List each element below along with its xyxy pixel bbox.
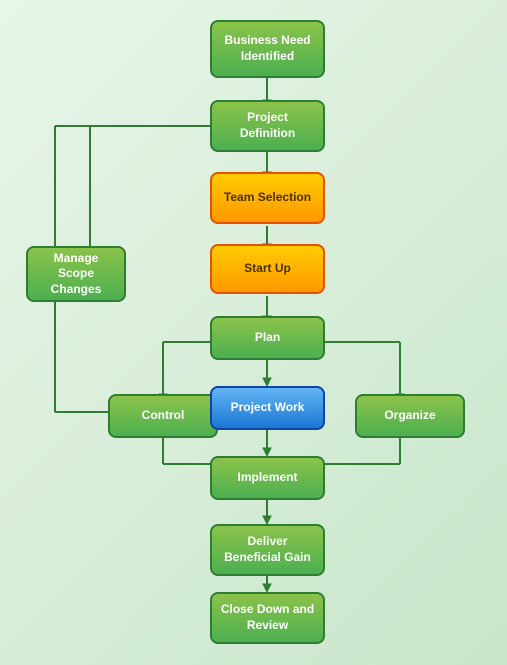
- flowchart-diagram: Business Need Identified Project Definit…: [0, 0, 507, 665]
- manage-scope-node: Manage Scope Changes: [26, 246, 126, 302]
- project-work-node: Project Work: [210, 386, 325, 430]
- project-definition-node: Project Definition: [210, 100, 325, 152]
- organize-node: Organize: [355, 394, 465, 438]
- control-node: Control: [108, 394, 218, 438]
- implement-node: Implement: [210, 456, 325, 500]
- plan-node: Plan: [210, 316, 325, 360]
- deliver-node: Deliver Beneficial Gain: [210, 524, 325, 576]
- close-down-node: Close Down and Review: [210, 592, 325, 644]
- start-up-node: Start Up: [210, 244, 325, 294]
- business-need-node: Business Need Identified: [210, 20, 325, 78]
- team-selection-node: Team Selection: [210, 172, 325, 224]
